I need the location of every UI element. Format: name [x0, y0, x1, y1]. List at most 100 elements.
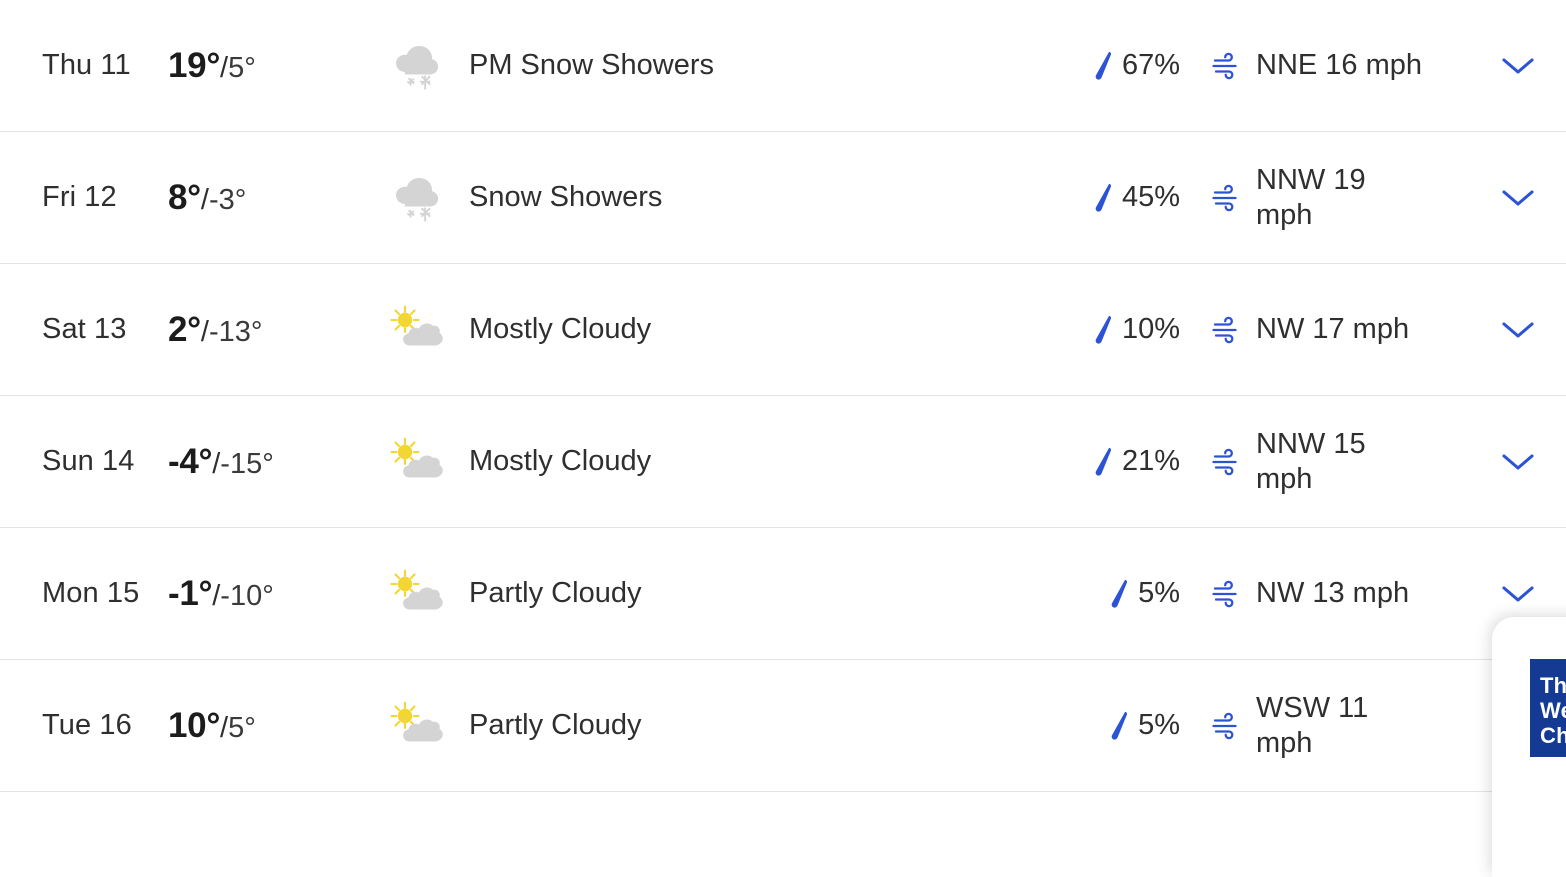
partly-cloudy-icon: [390, 304, 443, 345]
forecast-day-label: Fri 12: [42, 181, 117, 213]
promo-overlay-panel[interactable]: The We Cha: [1492, 617, 1566, 877]
partly-cloudy-icon: [390, 436, 443, 477]
forecast-temperature: -1°/-10°: [168, 574, 373, 614]
expand-row-button[interactable]: [1470, 320, 1566, 340]
precipitation-chance: 5%: [1000, 577, 1180, 610]
temperature-separator: /: [220, 711, 229, 744]
forecast-temperature: 19°/5°: [168, 46, 373, 86]
wind-value: NNW 15 mph: [1256, 428, 1366, 495]
precipitation-value: 45%: [1121, 181, 1180, 213]
weather-condition-icon: [373, 172, 463, 224]
forecast-temperature: 10°/5°: [168, 706, 373, 746]
forecast-temperature: 8°/-3°: [168, 178, 373, 218]
precipitation-drop-icon: [1095, 51, 1111, 80]
precipitation-drop-icon: [1095, 315, 1111, 344]
low-temperature: 5°: [228, 711, 256, 744]
forecast-row[interactable]: Sun 14 -4°/-15° Mostly Cloudy 21% NNW 15 mph: [0, 396, 1566, 528]
precipitation-value: 10%: [1121, 313, 1180, 345]
precipitation-drop-icon: [1111, 579, 1128, 608]
forecast-condition-label: PM Snow Showers: [469, 49, 714, 81]
forecast-row[interactable]: Mon 15 -1°/-10° Partly Cloudy 5% NW 13 mph: [0, 528, 1566, 660]
precipitation-chance: 21%: [1000, 445, 1180, 478]
forecast-temperature: 2°/-13°: [168, 310, 373, 350]
weather-condition-icon: [373, 568, 463, 620]
weather-condition-icon: [373, 700, 463, 752]
wind-info: NW 13 mph: [1180, 576, 1470, 610]
precipitation-chance: 67%: [1000, 49, 1180, 82]
forecast-temperature: -4°/-15°: [168, 442, 373, 482]
expand-row-button[interactable]: [1470, 452, 1566, 472]
precipitation-value: 5%: [1138, 709, 1180, 741]
precipitation-chance: 10%: [1000, 313, 1180, 346]
weather-condition-icon: [373, 304, 463, 356]
high-temperature: 19°: [168, 45, 221, 85]
wind-icon: [1212, 580, 1237, 607]
partly-cloudy-icon: [390, 568, 443, 609]
wind-info: NW 17 mph: [1180, 312, 1470, 346]
wind-icon: [1212, 712, 1237, 739]
chevron-down-icon: [1502, 453, 1534, 470]
high-temperature: -1°: [168, 573, 213, 613]
forecast-day-label: Thu 11: [42, 49, 131, 81]
forecast-condition-label: Mostly Cloudy: [469, 445, 652, 477]
logo-line-2: We: [1540, 698, 1566, 724]
expand-row-button[interactable]: [1470, 188, 1566, 208]
wind-icon: [1212, 448, 1237, 475]
precipitation-chance: 45%: [1000, 181, 1180, 214]
forecast-row[interactable]: Fri 12 8°/-3° Snow Showers 45% NNW 19 mph: [0, 132, 1566, 264]
expand-row-button[interactable]: [1470, 56, 1566, 76]
wind-info: NNW 15 mph: [1180, 427, 1470, 495]
forecast-day-label: Sat 13: [42, 313, 127, 345]
precipitation-value: 67%: [1121, 49, 1180, 81]
wind-info: NNW 19 mph: [1180, 163, 1470, 231]
low-temperature: -3°: [208, 183, 247, 216]
precipitation-value: 5%: [1138, 577, 1180, 609]
wind-icon: [1212, 52, 1237, 79]
weather-condition-icon: [373, 436, 463, 488]
forecast-row[interactable]: Sat 13 2°/-13° Mostly Cloudy 10% NW 17 mph: [0, 264, 1566, 396]
wind-info: WSW 11 mph: [1180, 691, 1470, 759]
precipitation-chance: 5%: [1000, 709, 1180, 742]
forecast-condition-label: Partly Cloudy: [469, 709, 642, 741]
weather-channel-logo: The We Cha: [1530, 659, 1566, 757]
wind-value: NW 17 mph: [1256, 313, 1410, 346]
temperature-separator: /: [220, 51, 229, 84]
expand-row-button[interactable]: [1470, 584, 1566, 604]
high-temperature: 10°: [168, 705, 221, 745]
precipitation-drop-icon: [1095, 447, 1111, 476]
wind-value: NW 13 mph: [1256, 577, 1410, 610]
logo-line-1: The: [1540, 673, 1566, 698]
low-temperature: 5°: [228, 51, 256, 84]
high-temperature: 2°: [168, 309, 201, 349]
partly-cloudy-icon: [390, 700, 443, 741]
chevron-down-icon: [1502, 585, 1534, 602]
high-temperature: -4°: [168, 441, 213, 481]
chevron-down-icon: [1502, 321, 1534, 338]
wind-value: NNE 16 mph: [1256, 49, 1423, 82]
precipitation-drop-icon: [1095, 183, 1111, 212]
forecast-condition-label: Mostly Cloudy: [469, 313, 652, 345]
forecast-condition-label: Partly Cloudy: [469, 577, 642, 609]
logo-line-3: Cha: [1540, 723, 1566, 749]
chevron-down-icon: [1502, 189, 1534, 206]
precipitation-drop-icon: [1111, 711, 1128, 740]
forecast-day-label: Mon 15: [42, 577, 140, 609]
low-temperature: -10°: [220, 579, 274, 612]
precipitation-value: 21%: [1121, 445, 1180, 477]
snow-showers-icon: [396, 177, 439, 221]
daily-forecast-list: Thu 11 19°/5° PM Snow Showers 67% NNE 16 mph…: [0, 0, 1566, 816]
wind-info: NNE 16 mph: [1180, 48, 1470, 82]
forecast-day-label: Sun 14: [42, 445, 135, 477]
wind-value: WSW 11 mph: [1256, 692, 1369, 759]
wind-icon: [1212, 316, 1237, 343]
snow-showers-icon: [396, 45, 439, 89]
temperature-separator: /: [200, 315, 209, 348]
temperature-separator: /: [200, 183, 209, 216]
low-temperature: -15°: [220, 447, 274, 480]
wind-icon: [1212, 184, 1237, 211]
forecast-row[interactable]: Tue 16 10°/5° Partly Cloudy 5% WSW 11 mph: [0, 660, 1566, 792]
weather-condition-icon: [373, 40, 463, 92]
forecast-condition-label: Snow Showers: [469, 181, 663, 213]
chevron-down-icon: [1502, 57, 1534, 74]
forecast-row[interactable]: Thu 11 19°/5° PM Snow Showers 67% NNE 16 mph: [0, 0, 1566, 132]
